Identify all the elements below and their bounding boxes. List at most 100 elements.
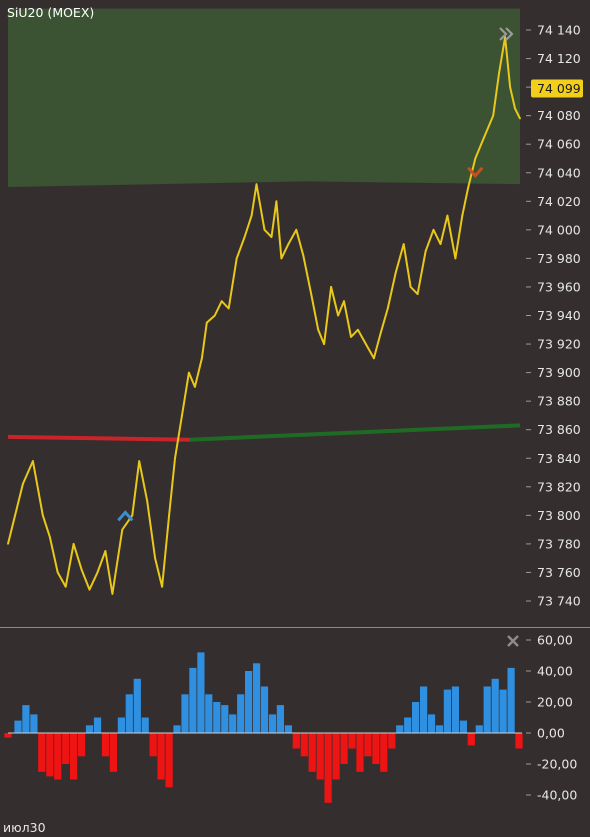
oscillator-bar-negative	[109, 733, 117, 772]
oscillator-bar-positive	[412, 702, 420, 733]
y-tick-label: 73 740	[537, 594, 581, 609]
y-tick-label: 74 060	[537, 137, 581, 152]
price-point	[343, 300, 345, 303]
price-point	[461, 214, 464, 217]
price-point	[250, 214, 253, 217]
oscillator-bar-negative	[54, 733, 62, 780]
chart-canvas[interactable]: SiU20 (MOEX) 73 740 73 760 73 780 73 800 73 …	[0, 0, 590, 837]
price-point	[416, 293, 419, 295]
y-tick-label: 73 840	[537, 451, 581, 466]
price-point	[205, 321, 208, 324]
price-point	[486, 129, 489, 131]
oscillator-bar-negative	[348, 733, 356, 749]
oscillator-bar-negative	[149, 733, 157, 757]
resistance-zone	[8, 8, 520, 188]
oscillator-bar-positive	[396, 725, 404, 734]
oscillator-bar-positive	[404, 717, 412, 733]
price-point	[270, 236, 273, 238]
oscillator-bar-positive	[93, 717, 102, 733]
oscillator-bar-positive	[237, 694, 245, 734]
price-point	[88, 588, 91, 591]
price-point	[80, 568, 83, 571]
oscillator-bar-negative	[165, 733, 173, 788]
y-tick-label: 73 920	[537, 337, 581, 352]
oscillator-bar-positive	[181, 694, 189, 734]
oscillator-bar-positive	[276, 705, 284, 733]
chart-window: SiU20 (MOEX) 73 740 73 760 73 780 73 800 73 …	[0, 0, 590, 837]
oscillator-bar-positive	[507, 667, 515, 733]
y-tick-label: 73 940	[537, 308, 581, 323]
oscillator-bar-positive	[30, 714, 38, 733]
osc-tick-label: 20,00	[537, 695, 573, 710]
oscillator-bar-positive	[197, 652, 205, 733]
oscillator-bar-positive	[260, 686, 269, 733]
price-point	[32, 460, 34, 462]
y-tick-label: 74 120	[537, 51, 581, 66]
y-tick-label: 73 960	[537, 279, 581, 294]
price-point	[138, 460, 141, 462]
oscillator-bar-negative	[316, 733, 324, 780]
price-point	[111, 593, 114, 595]
price-point	[337, 314, 339, 317]
price-point	[365, 343, 367, 345]
y-tick-label: 73 860	[537, 422, 581, 437]
oscillator-bar-positive	[14, 720, 22, 733]
price-point	[514, 107, 516, 110]
oscillator-bar-negative	[340, 733, 348, 764]
oscillator-bar-negative	[364, 733, 372, 757]
oscillator-bar-positive	[189, 667, 197, 733]
oscillator-bar-negative	[157, 733, 165, 780]
y-tick-label: 73 900	[537, 365, 581, 380]
price-point	[454, 257, 457, 260]
price-point	[439, 243, 442, 246]
y-tick-label: 73 880	[537, 394, 581, 409]
oscillator-bar-positive	[451, 686, 459, 733]
oscillator-bar-negative	[101, 733, 110, 757]
price-point	[386, 307, 389, 310]
osc-tick-label: 0,00	[537, 726, 565, 741]
oscillator-bar-negative	[388, 733, 396, 749]
price-point	[498, 71, 500, 74]
y-tick-label: 74 140	[537, 23, 581, 38]
price-point	[174, 457, 176, 460]
oscillator-bar-negative	[332, 733, 340, 780]
price-point	[161, 585, 164, 588]
price-point	[121, 528, 124, 531]
price-point	[213, 314, 216, 317]
current-price-label: 74 099	[537, 81, 581, 96]
oscillator-bar-negative	[78, 733, 86, 757]
oscillator-bar-negative	[46, 733, 54, 777]
oscillator-bar-negative	[308, 733, 316, 772]
osc-tick-label: -20,00	[537, 757, 577, 772]
oscillator-bar-negative	[38, 733, 46, 772]
oscillator-bar-positive	[221, 705, 229, 733]
price-point	[64, 585, 67, 588]
price-point	[480, 143, 483, 146]
oscillator-bar-positive	[491, 678, 499, 734]
y-tick-label: 73 820	[537, 479, 581, 494]
price-point	[227, 307, 230, 310]
price-point	[235, 257, 238, 260]
price-point	[131, 514, 134, 517]
y-tick-label: 73 780	[537, 536, 581, 551]
oscillator-bar-positive	[499, 689, 507, 733]
oscillator-bar-positive	[229, 714, 237, 733]
price-point	[154, 557, 157, 560]
price-point	[188, 371, 190, 374]
oscillator-bar-positive	[205, 694, 213, 734]
oscillator-bar-positive	[141, 717, 149, 733]
oscillator-bar-positive	[133, 678, 141, 734]
y-tick-label: 73 980	[537, 251, 581, 266]
price-point	[432, 228, 435, 231]
price-point	[467, 186, 470, 188]
oscillator-bar-negative	[300, 733, 308, 757]
oscillator-bar-negative	[356, 733, 364, 772]
price-point	[424, 250, 427, 253]
osc-tick-label: 40,00	[537, 664, 573, 679]
y-tick-label: 74 080	[537, 108, 581, 123]
oscillator-bar-negative	[70, 733, 78, 780]
oscillator-bar-negative	[515, 733, 523, 749]
price-point	[509, 86, 511, 88]
price-point	[201, 357, 203, 360]
oscillator-bar-positive	[245, 671, 253, 733]
